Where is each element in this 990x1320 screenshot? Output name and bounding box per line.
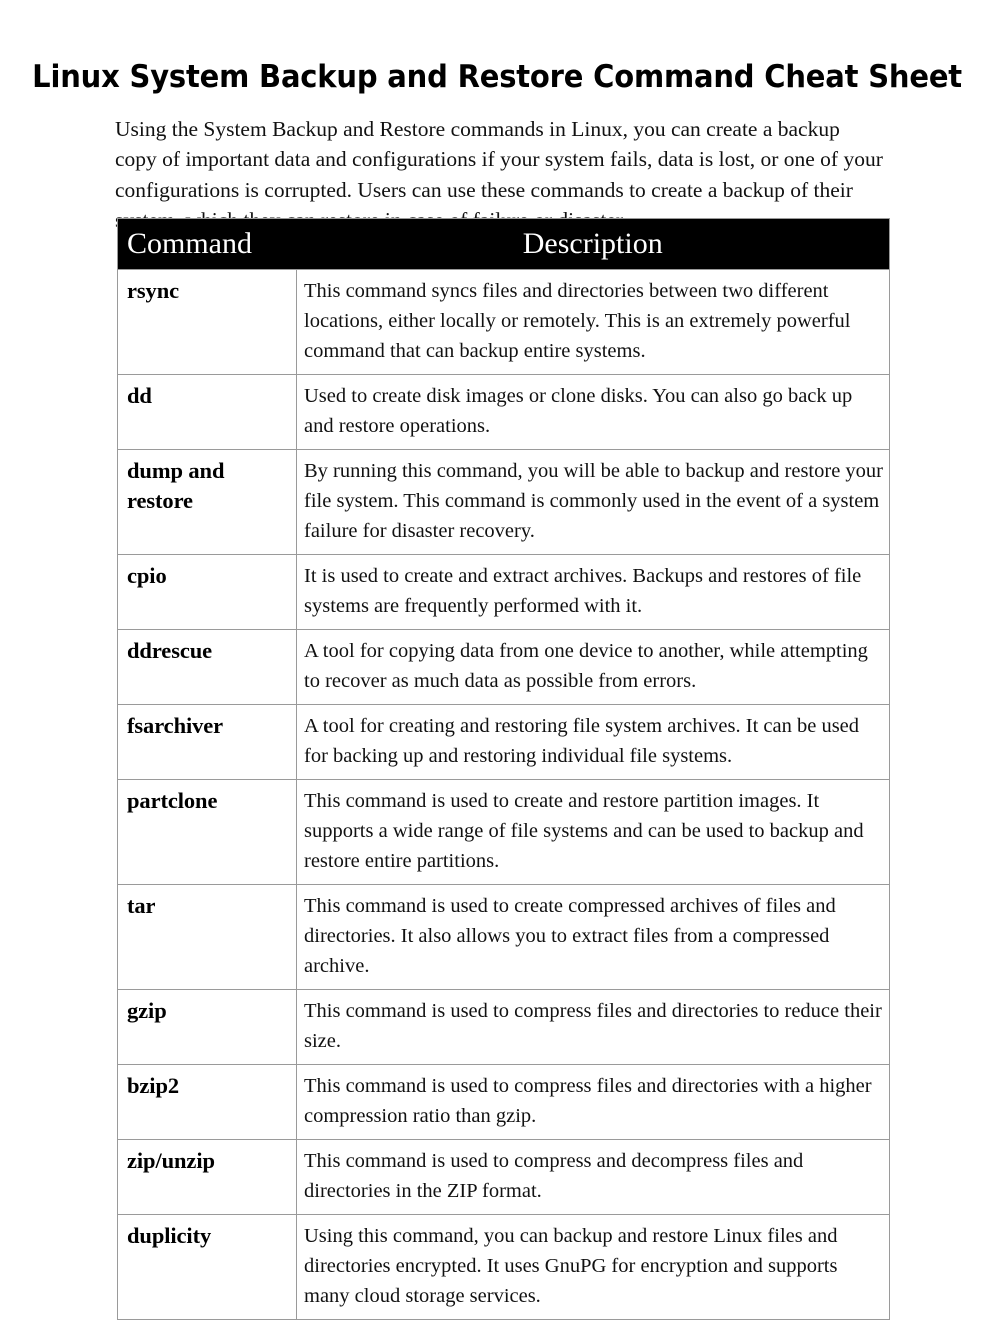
command-cell: duplicity bbox=[117, 1214, 297, 1320]
column-header-command: Command bbox=[117, 218, 297, 270]
table-row: duplicity Using this command, you can bac… bbox=[117, 1214, 890, 1320]
table-row: ddrescue A tool for copying data from one… bbox=[117, 629, 890, 705]
description-cell: Used to create disk images or clone disk… bbox=[296, 374, 890, 450]
description-cell: A tool for creating and restoring file s… bbox=[296, 704, 890, 780]
table-row: fsarchiver A tool for creating and restor… bbox=[117, 704, 890, 780]
description-cell: A tool for copying data from one device … bbox=[296, 629, 890, 705]
command-table: Command Description rsync This command sy… bbox=[117, 218, 890, 1320]
table-row: zip/unzip This command is used to compres… bbox=[117, 1139, 890, 1215]
command-cell: dump and restore bbox=[117, 449, 297, 555]
table-row: partclone This command is used to create … bbox=[117, 779, 890, 885]
table-row: tar This command is used to create compre… bbox=[117, 884, 890, 990]
table-header-row: Command Description bbox=[117, 218, 890, 270]
command-table-wrapper: Command Description rsync This command sy… bbox=[117, 218, 890, 1320]
page-title: Linux System Backup and Restore Command … bbox=[32, 58, 962, 95]
command-cell: cpio bbox=[117, 554, 297, 630]
command-cell: ddrescue bbox=[117, 629, 297, 705]
table-row: rsync This command syncs files and direct… bbox=[117, 269, 890, 375]
description-cell: This command is used to create compresse… bbox=[296, 884, 890, 990]
command-cell: gzip bbox=[117, 989, 297, 1065]
table-row: bzip2 This command is used to compress fi… bbox=[117, 1064, 890, 1140]
cheat-sheet-page: Linux System Backup and Restore Command … bbox=[0, 0, 990, 1320]
table-body: rsync This command syncs files and direct… bbox=[117, 269, 890, 1320]
command-cell: dd bbox=[117, 374, 297, 450]
table-row: cpio It is used to create and extract arc… bbox=[117, 554, 890, 630]
command-cell: zip/unzip bbox=[117, 1139, 297, 1215]
description-cell: By running this command, you will be abl… bbox=[296, 449, 890, 555]
command-cell: fsarchiver bbox=[117, 704, 297, 780]
description-cell: This command is used to create and resto… bbox=[296, 779, 890, 885]
table-head: Command Description bbox=[117, 218, 890, 270]
description-cell: It is used to create and extract archive… bbox=[296, 554, 890, 630]
table-row: gzip This command is used to compress fil… bbox=[117, 989, 890, 1065]
command-cell: tar bbox=[117, 884, 297, 990]
command-cell: partclone bbox=[117, 779, 297, 885]
description-cell: This command syncs files and directories… bbox=[296, 269, 890, 375]
column-header-description: Description bbox=[296, 218, 890, 270]
description-cell: This command is used to compress and dec… bbox=[296, 1139, 890, 1215]
table-row: dump and restore By running this command,… bbox=[117, 449, 890, 555]
command-cell: rsync bbox=[117, 269, 297, 375]
description-cell: Using this command, you can backup and r… bbox=[296, 1214, 890, 1320]
table-row: dd Used to create disk images or clone di… bbox=[117, 374, 890, 450]
command-cell: bzip2 bbox=[117, 1064, 297, 1140]
description-cell: This command is used to compress files a… bbox=[296, 1064, 890, 1140]
description-cell: This command is used to compress files a… bbox=[296, 989, 890, 1065]
